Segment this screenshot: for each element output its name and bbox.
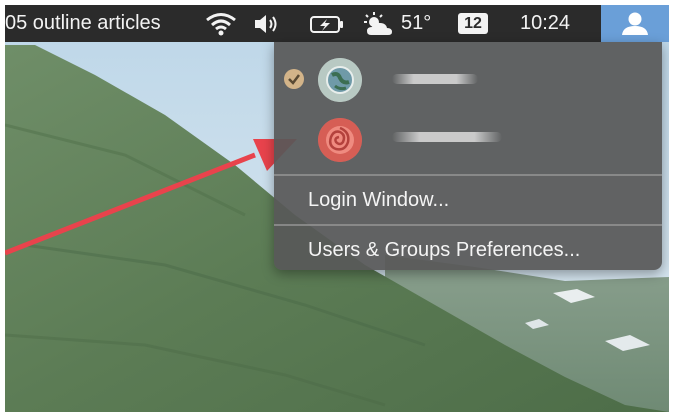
menu-bar: 05 outline articles 51° 12 10:24: [5, 5, 669, 42]
rose-avatar: [318, 118, 362, 162]
login-window-item[interactable]: Login Window...: [274, 178, 662, 222]
volume-icon[interactable]: [252, 12, 284, 36]
user-icon: [622, 12, 648, 35]
screenshot-frame: 05 outline articles 51° 12 10:24 Login W…: [5, 5, 669, 412]
users-groups-preferences-item[interactable]: Users & Groups Preferences...: [274, 228, 662, 272]
username-redacted: [392, 74, 478, 84]
calendar-date-badge[interactable]: 12: [458, 13, 488, 34]
app-title: 05 outline articles: [5, 12, 161, 34]
wifi-icon[interactable]: [205, 12, 237, 36]
clock[interactable]: 10:24: [520, 5, 570, 42]
user-switch-menu: Login Window... Users & Groups Preferenc…: [274, 42, 662, 270]
weather-temperature[interactable]: 51°: [401, 5, 431, 42]
username-redacted: [392, 132, 502, 142]
checkmark-icon: [284, 69, 304, 89]
globe-avatar: [318, 58, 362, 102]
battery-charging-icon[interactable]: [309, 12, 347, 36]
user-row-current[interactable]: [274, 54, 662, 102]
menu-separator: [274, 224, 662, 226]
user-row-other[interactable]: [274, 114, 662, 162]
fast-user-switch-button[interactable]: [601, 5, 669, 42]
menu-separator: [274, 174, 662, 176]
weather-partly-cloudy-icon[interactable]: [361, 12, 395, 38]
